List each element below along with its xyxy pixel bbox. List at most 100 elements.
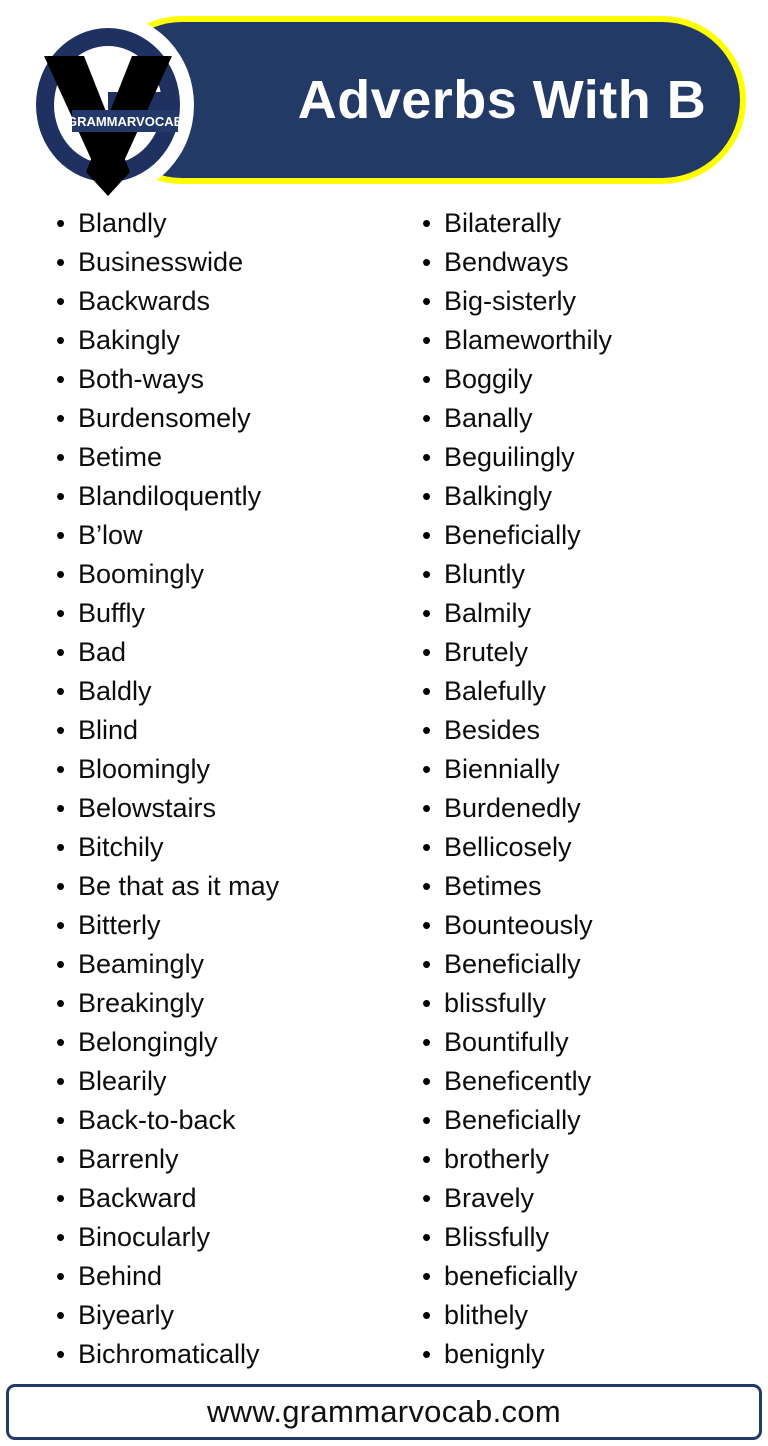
- adverb-word: Bad: [78, 637, 127, 667]
- adverb-word: Burdenedly: [444, 793, 581, 823]
- bullet-icon: •: [56, 832, 66, 862]
- adverb-word: Blissfully: [444, 1222, 550, 1252]
- bullet-icon: •: [422, 637, 432, 667]
- bullet-icon: •: [56, 988, 66, 1018]
- bullet-icon: •: [422, 1105, 432, 1135]
- adverb-word: Beguilingly: [444, 442, 575, 472]
- bullet-icon: •: [56, 598, 66, 628]
- logo-brand-text: GRAMMARVOCAB: [67, 114, 183, 129]
- adverb-word: Baldly: [78, 676, 152, 706]
- bullet-icon: •: [422, 832, 432, 862]
- adverb-word: Biyearly: [78, 1300, 175, 1330]
- list-item: • Both-ways: [56, 360, 390, 399]
- bullet-icon: •: [422, 1144, 432, 1174]
- bullet-icon: •: [422, 403, 432, 433]
- bullet-icon: •: [422, 1339, 432, 1369]
- bullet-icon: •: [422, 988, 432, 1018]
- list-item: • Boomingly: [56, 555, 390, 594]
- bullet-icon: •: [422, 286, 432, 316]
- adverb-word: Blearily: [78, 1066, 167, 1096]
- list-item: • Besides: [422, 711, 768, 750]
- adverb-word: Bichromatically: [78, 1339, 260, 1369]
- list-item: • Beneficially: [422, 945, 768, 984]
- list-item: • blissfully: [422, 984, 768, 1023]
- bullet-icon: •: [56, 1105, 66, 1135]
- adverb-word: Blameworthily: [444, 325, 613, 355]
- adverb-word: Bloomingly: [78, 754, 211, 784]
- adverb-word: Beamingly: [78, 949, 205, 979]
- bullet-icon: •: [422, 1261, 432, 1291]
- bullet-icon: •: [422, 442, 432, 472]
- list-item: • Bountifully: [422, 1023, 768, 1062]
- list-item: • Beneficently: [422, 1062, 768, 1101]
- list-item: • Backwards: [56, 282, 390, 321]
- bullet-icon: •: [422, 520, 432, 550]
- list-item: • Bakingly: [56, 321, 390, 360]
- list-item: • Baldly: [56, 672, 390, 711]
- list-item: • Back-to-back: [56, 1101, 390, 1140]
- adverb-word: beneficially: [444, 1261, 578, 1291]
- bullet-icon: •: [56, 325, 66, 355]
- adverb-word: Belongingly: [78, 1027, 218, 1057]
- list-item: • blithely: [422, 1296, 768, 1335]
- adverb-word: Big-sisterly: [444, 286, 577, 316]
- bullet-icon: •: [56, 286, 66, 316]
- bullet-icon: •: [422, 325, 432, 355]
- website-footer: www.grammarvocab.com: [6, 1384, 762, 1440]
- bullet-icon: •: [56, 559, 66, 589]
- adverb-word: Burdensomely: [78, 403, 251, 433]
- bullet-icon: •: [422, 1183, 432, 1213]
- page-header: Adverbs With B GRAMMARVOCAB: [0, 0, 768, 200]
- bullet-icon: •: [422, 481, 432, 511]
- bullet-icon: •: [422, 1066, 432, 1096]
- list-item: • Balmily: [422, 594, 768, 633]
- adverb-word: Beneficially: [444, 520, 581, 550]
- bullet-icon: •: [422, 1300, 432, 1330]
- list-item: • Belongingly: [56, 1023, 390, 1062]
- list-item: • Betime: [56, 438, 390, 477]
- list-item: • Bravely: [422, 1179, 768, 1218]
- adverb-word: Blandly: [78, 208, 167, 238]
- bullet-icon: •: [422, 364, 432, 394]
- list-item: • Behind: [56, 1257, 390, 1296]
- website-url: www.grammarvocab.com: [207, 1394, 561, 1429]
- list-item: • Bilaterally: [422, 204, 768, 243]
- list-item: • Buffly: [56, 594, 390, 633]
- adverb-word: Betimes: [444, 871, 542, 901]
- list-item: • Big-sisterly: [422, 282, 768, 321]
- adverb-word: Bluntly: [444, 559, 526, 589]
- list-item: • Blandly: [56, 204, 390, 243]
- list-item: • benignly: [422, 1335, 768, 1374]
- adverb-word: Balefully: [444, 676, 547, 706]
- adverb-word: Blandiloquently: [78, 481, 262, 511]
- adverb-lists: • Blandly • Businesswide • Backwards • Bakingly…: [0, 204, 768, 1374]
- bullet-icon: •: [56, 676, 66, 706]
- bullet-icon: •: [422, 1222, 432, 1252]
- adverb-word: brotherly: [444, 1144, 550, 1174]
- bullet-icon: •: [422, 676, 432, 706]
- bullet-icon: •: [56, 637, 66, 667]
- list-item: • Bad: [56, 633, 390, 672]
- bullet-icon: •: [56, 1261, 66, 1291]
- list-item: • Boggily: [422, 360, 768, 399]
- bullet-icon: •: [422, 871, 432, 901]
- list-item: • Belowstairs: [56, 789, 390, 828]
- list-item: • Balkingly: [422, 477, 768, 516]
- bullet-icon: •: [56, 910, 66, 940]
- adverb-word: Bellicosely: [444, 832, 572, 862]
- bullet-icon: •: [56, 949, 66, 979]
- bullet-icon: •: [56, 247, 66, 277]
- bullet-icon: •: [56, 1222, 66, 1252]
- bullet-icon: •: [422, 910, 432, 940]
- list-item: • Banally: [422, 399, 768, 438]
- list-item: • Bounteously: [422, 906, 768, 945]
- title-banner: Adverbs With B: [98, 16, 746, 184]
- list-item: • B’low: [56, 516, 390, 555]
- adverb-word: Backwards: [78, 286, 211, 316]
- adverb-word: Balmily: [444, 598, 532, 628]
- adverb-word: Be that as it may: [78, 871, 280, 901]
- adverb-word: blithely: [444, 1300, 529, 1330]
- list-item: • Beguilingly: [422, 438, 768, 477]
- adverb-word: Barrenly: [78, 1144, 179, 1174]
- list-item: • Bichromatically: [56, 1335, 390, 1374]
